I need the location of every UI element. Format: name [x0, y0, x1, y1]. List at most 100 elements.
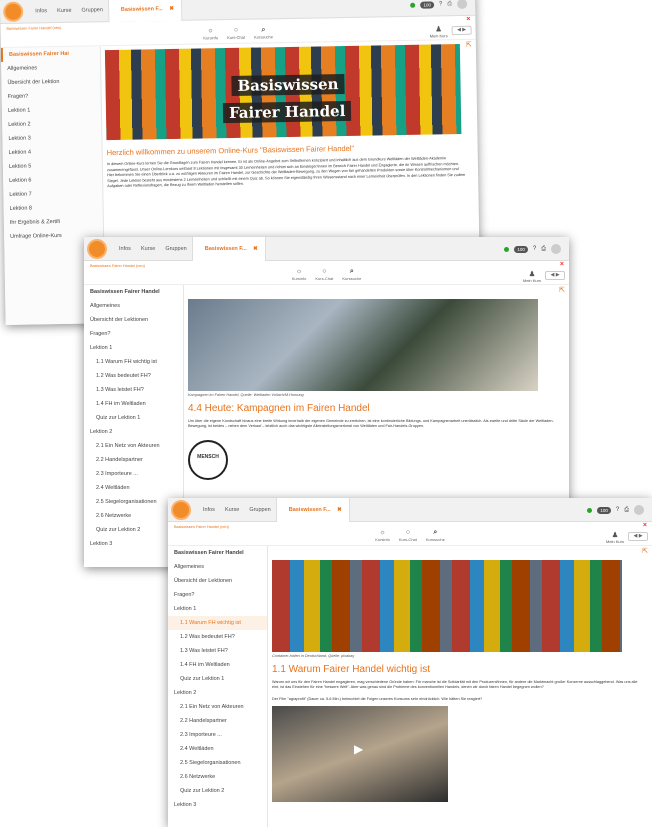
help-icon[interactable]: ?	[439, 1, 442, 7]
kurschat-button[interactable]: ○ Kurs-Chat	[315, 268, 333, 281]
sidebar-item-quiz-2[interactable]: Quiz zur Lektion 2	[168, 784, 267, 798]
sidebar-item-1-3[interactable]: 1.3 Was leistet FH?	[84, 383, 183, 397]
kursinfo-button[interactable]: ☼ Kursinfo	[203, 27, 218, 40]
kursinfo-button[interactable]: ☼ Kursinfo	[375, 529, 390, 542]
mein-kurs-button[interactable]: ♟ Mein Kurs	[429, 25, 448, 39]
course-toolbar: Basiswissen Fairer Handel (neu) × ☼ Kursi…	[84, 261, 569, 285]
kurschat-button[interactable]: ○ Kurs-Chat	[399, 529, 417, 542]
kurssuche-button[interactable]: ⌕ Kurssuche	[342, 268, 361, 281]
mein-kurs-button[interactable]: ♟ Mein Kurs	[606, 531, 624, 544]
sidebar-item-lektion-1[interactable]: Lektion 1	[168, 602, 267, 616]
sidebar-item-lektion-2[interactable]: Lektion 2	[168, 686, 267, 700]
play-icon[interactable]: ▶	[354, 744, 363, 755]
page-heading: 4.4 Heute: Kampagnen im Fairen Handel	[188, 402, 370, 414]
sidebar-item-fragen[interactable]: Fragen?	[168, 588, 267, 602]
sidebar-item-2-4[interactable]: 2.4 Weltläden	[168, 742, 267, 756]
sidebar-item-2-1[interactable]: 2.1 Ein Netz von Akteuren	[168, 700, 267, 714]
tab-course[interactable]: Basiswissen F... ✖	[191, 237, 266, 261]
points-badge: 100	[420, 0, 435, 9]
banner-image: Basiswissen Fairer Handel	[104, 43, 462, 141]
sidebar-item-lektion-2[interactable]: Lektion 2	[84, 425, 183, 439]
intro-text: In diesem Online-Kurs lernen Sie die Gru…	[106, 156, 466, 189]
close-course-icon[interactable]: ×	[560, 261, 564, 268]
kurschat-button[interactable]: ○ Kurs-Chat	[227, 27, 245, 40]
close-tab-icon[interactable]: ✖	[337, 507, 342, 513]
print-icon[interactable]: ⎙	[541, 246, 546, 253]
kursinfo-label: Kursinfo	[375, 537, 390, 542]
sidebar-item-course[interactable]: Basiswissen Fairer Handel	[84, 285, 183, 299]
sidebar-item-1-4[interactable]: 1.4 FH im Weltladen	[84, 397, 183, 411]
sidebar-item-allgemeines[interactable]: Allgemeines	[84, 299, 183, 313]
sidebar-item-1-4[interactable]: 1.4 FH im Weltladen	[168, 658, 267, 672]
page-nav-arrows[interactable]: ◀ ▶	[545, 271, 565, 280]
tab-course[interactable]: Basiswissen F... ✖	[275, 498, 350, 522]
sidebar-item-course[interactable]: Basiswissen Fairer Handel	[168, 546, 267, 560]
sidebar-item-uebersicht[interactable]: Übersicht der Lektionen	[84, 313, 183, 327]
points-badge: 100	[514, 245, 528, 253]
page-nav-arrows[interactable]: ◀ ▶	[451, 25, 472, 36]
external-link-icon[interactable]: ⇱	[642, 548, 648, 556]
body-text: Um über die eigene Kundschaft hinaus ein…	[188, 418, 554, 429]
tab-course-label: Basiswissen F...	[120, 6, 163, 13]
sidebar-item-quiz-1[interactable]: Quiz zur Lektion 1	[84, 411, 183, 425]
sidebar-item-2-4[interactable]: 2.4 Weltläden	[84, 481, 183, 495]
sidebar-item-1-2[interactable]: 1.2 Was bedeutet FH?	[168, 630, 267, 644]
nav-gruppen[interactable]: Gruppen	[76, 7, 108, 14]
help-icon[interactable]: ?	[616, 507, 619, 513]
help-icon[interactable]: ?	[533, 246, 536, 252]
nav-kurse[interactable]: Kurse	[136, 246, 160, 252]
sidebar-item-quiz-1[interactable]: Quiz zur Lektion 1	[168, 672, 267, 686]
chat-icon: ○	[322, 268, 327, 275]
print-icon[interactable]: ⎙	[447, 1, 452, 8]
sidebar-item-1-1[interactable]: 1.1 Warum FH wichtig ist	[168, 616, 267, 630]
page-nav-arrows[interactable]: ◀ ▶	[628, 532, 648, 541]
sidebar-item-2-5[interactable]: 2.5 Siegelorganisationen	[168, 756, 267, 770]
nav-infos[interactable]: Infos	[198, 507, 220, 513]
nav-gruppen[interactable]: Gruppen	[160, 246, 191, 252]
avatar[interactable]	[457, 0, 468, 10]
sidebar-item-fragen[interactable]: Fragen?	[84, 327, 183, 341]
sidebar-item-2-3[interactable]: 2.3 Importeure ...	[84, 467, 183, 481]
video-player[interactable]: ▶	[272, 706, 448, 803]
sidebar-item-2-2[interactable]: 2.2 Handelspartner	[84, 453, 183, 467]
sidebar-item-2-1[interactable]: 2.1 Ein Netz von Akteuren	[84, 439, 183, 453]
app-logo[interactable]	[87, 239, 107, 259]
sidebar-item-2-3[interactable]: 2.3 Importeure ...	[168, 728, 267, 742]
avatar[interactable]	[634, 505, 644, 515]
sidebar-item-uebersicht[interactable]: Übersicht der Lektionen	[168, 574, 267, 588]
nav-kurse[interactable]: Kurse	[220, 507, 244, 513]
kurschat-label: Kurs-Chat	[398, 537, 417, 542]
nav-gruppen[interactable]: Gruppen	[244, 507, 275, 513]
sidebar-item-2-2[interactable]: 2.2 Handelspartner	[168, 714, 267, 728]
sidebar-item-1-2[interactable]: 1.2 Was bedeutet FH?	[84, 369, 183, 383]
sidebar-item-lektion-3[interactable]: Lektion 3	[168, 798, 267, 812]
kurssuche-button[interactable]: ⌕ Kurssuche	[426, 529, 445, 542]
sidebar-item-allgemeines[interactable]: Allgemeines	[168, 560, 267, 574]
sidebar-item-1-1[interactable]: 1.1 Warum FH wichtig ist	[84, 355, 183, 369]
avatar[interactable]	[551, 244, 561, 254]
sidebar-item-lektion-1[interactable]: Lektion 1	[84, 341, 183, 355]
external-link-icon[interactable]: ⇱	[559, 287, 565, 295]
print-icon[interactable]: ⎙	[624, 507, 629, 514]
banner-title-2: Fairer Handel	[222, 100, 352, 124]
close-course-icon[interactable]: ×	[643, 522, 647, 529]
mein-kurs-button[interactable]: ♟ Mein Kurs	[523, 270, 541, 283]
close-tab-icon[interactable]: ✖	[253, 246, 258, 252]
tab-course[interactable]: Basiswissen F... ✖	[107, 0, 183, 23]
external-link-icon[interactable]: ⇱	[466, 42, 472, 50]
nav-kurse[interactable]: Kurse	[52, 8, 76, 14]
app-logo[interactable]	[171, 500, 191, 520]
mein-kurs-label: Mein Kurs	[605, 539, 624, 544]
mein-kurs-label: Mein Kurs	[429, 33, 448, 39]
close-tab-icon[interactable]: ✖	[169, 6, 174, 12]
app-logo[interactable]	[3, 1, 24, 22]
kurschat-label: Kurs-Chat	[315, 276, 334, 281]
nav-infos[interactable]: Infos	[114, 246, 136, 252]
nav-infos[interactable]: Infos	[30, 8, 52, 14]
sidebar-item-1-3[interactable]: 1.3 Was leistet FH?	[168, 644, 267, 658]
sidebar-item-2-6[interactable]: 2.6 Netzwerke	[168, 770, 267, 784]
kurssuche-button[interactable]: ⌕ Kurssuche	[254, 26, 273, 39]
online-status-icon	[504, 246, 510, 252]
course-toolbar: Basiswissen Fairer Handel (neu) × ☼ Kursi…	[168, 522, 652, 546]
kursinfo-button[interactable]: ☼ Kursinfo	[292, 268, 307, 281]
